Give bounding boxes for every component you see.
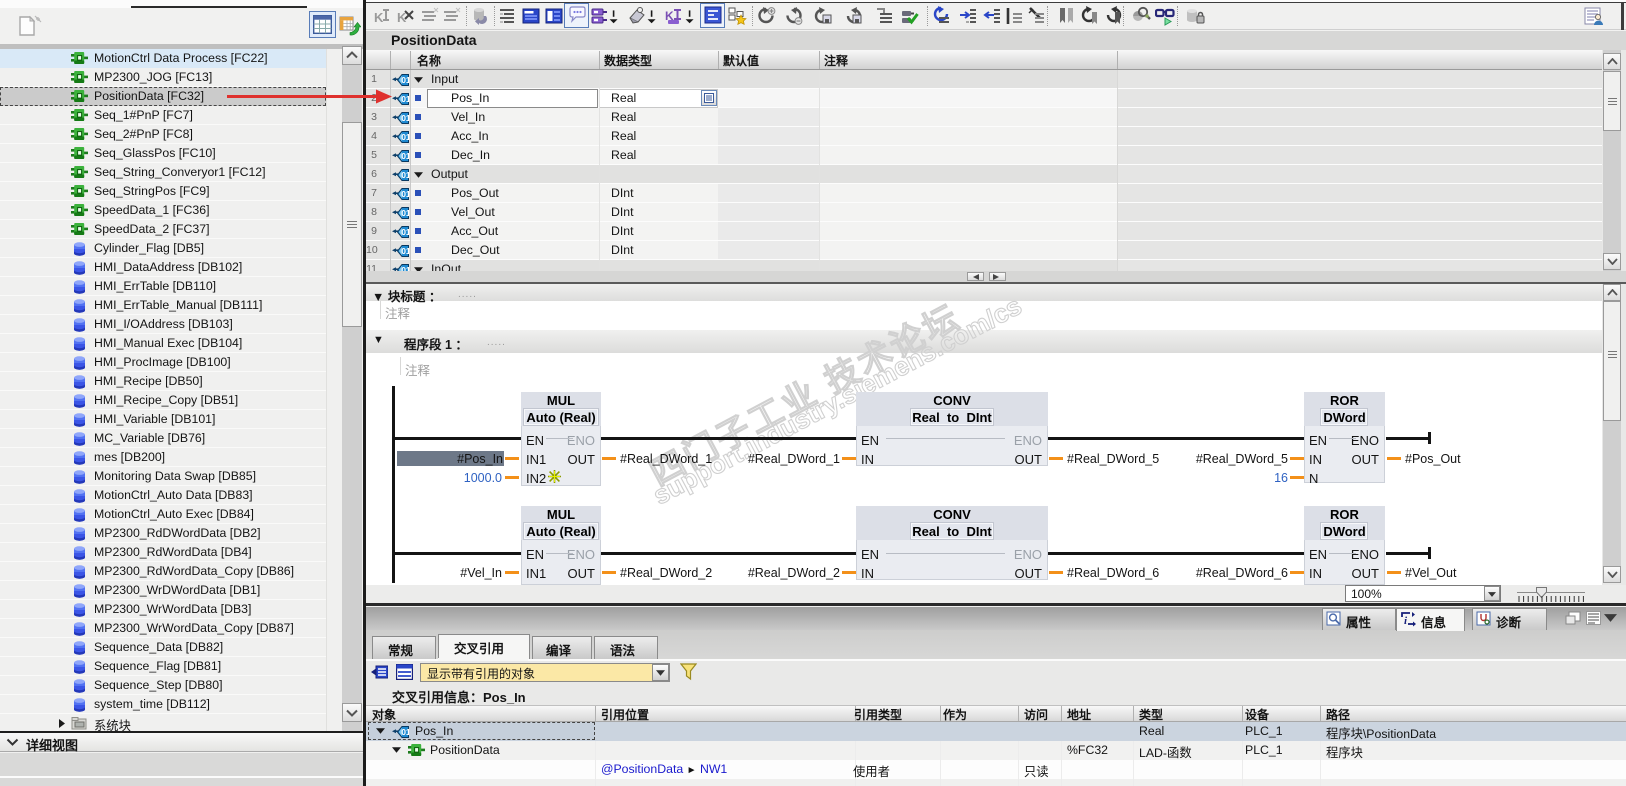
svg-text:01: 01 xyxy=(401,113,409,123)
svg-text:01: 01 xyxy=(401,727,409,737)
svg-text:i: i xyxy=(1404,615,1408,627)
svg-text:01: 01 xyxy=(401,246,409,256)
svg-text:01: 01 xyxy=(401,151,409,161)
svg-text:01: 01 xyxy=(401,75,409,85)
svg-text:01: 01 xyxy=(401,189,409,199)
svg-text:01: 01 xyxy=(401,227,409,237)
svg-text:K: K xyxy=(374,10,384,25)
svg-text:01: 01 xyxy=(401,208,409,218)
svg-text:01: 01 xyxy=(401,94,409,104)
svg-text:01: 01 xyxy=(401,170,409,180)
svg-text:01: 01 xyxy=(401,132,409,142)
